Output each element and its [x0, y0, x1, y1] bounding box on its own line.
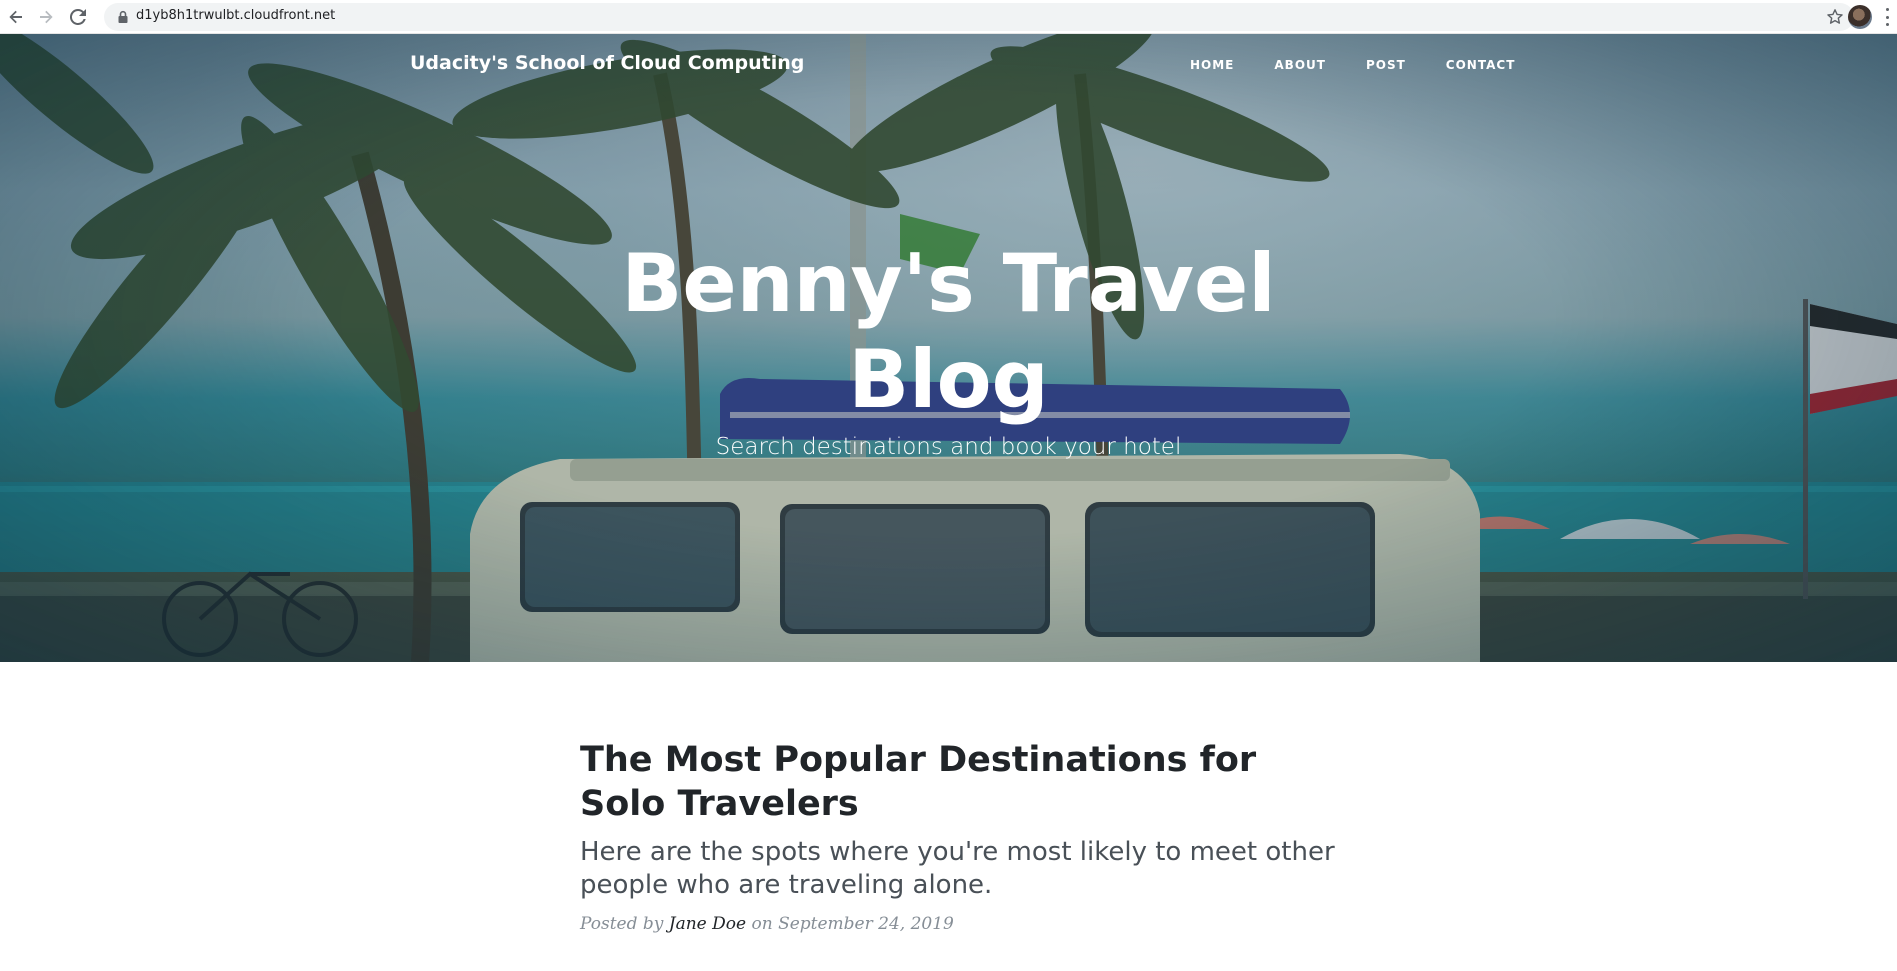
- nav-link-post[interactable]: POST: [1346, 58, 1426, 72]
- back-arrow-icon[interactable]: [6, 7, 26, 27]
- nav-link-about[interactable]: ABOUT: [1254, 58, 1346, 72]
- post-meta-prefix: Posted by: [580, 914, 664, 934]
- nav-link-contact[interactable]: CONTACT: [1426, 58, 1536, 72]
- nav-link-home[interactable]: HOME: [1170, 58, 1254, 72]
- hero-subtitle: Search destinations and book your hotel: [715, 434, 1182, 460]
- nav-menu: HOME ABOUT POST CONTACT: [1170, 58, 1535, 72]
- hero-title-line-2: Blog: [848, 333, 1049, 426]
- post-meta: Posted by Jane Doe on September 24, 2019: [580, 914, 1340, 934]
- post-subtitle[interactable]: Here are the spots where you're most lik…: [580, 836, 1340, 902]
- star-icon[interactable]: [1826, 8, 1844, 26]
- profile-avatar[interactable]: [1848, 5, 1872, 29]
- post-date: September 24, 2019: [778, 914, 954, 934]
- post-meta-mid: on: [751, 914, 773, 934]
- menu-kebab-icon[interactable]: [1884, 8, 1890, 26]
- forward-arrow-icon[interactable]: [36, 7, 56, 27]
- brand-link[interactable]: Udacity's School of Cloud Computing: [410, 52, 804, 74]
- address-bar[interactable]: d1yb8h1trwulbt.cloudfront.net: [104, 3, 1854, 31]
- main-navbar: Udacity's School of Cloud Computing HOME…: [0, 34, 1897, 98]
- url-text[interactable]: d1yb8h1trwulbt.cloudfront.net: [136, 8, 335, 23]
- browser-toolbar: d1yb8h1trwulbt.cloudfront.net: [0, 0, 1897, 34]
- reload-icon[interactable]: [68, 7, 88, 27]
- post-author-link[interactable]: Jane Doe: [669, 914, 746, 934]
- lock-icon: [118, 10, 128, 23]
- hero-title: Benny's Travel Blog: [0, 236, 1897, 428]
- post-title[interactable]: The Most Popular Destinations for Solo T…: [580, 738, 1340, 826]
- hero-title-line-1: Benny's Travel: [621, 237, 1276, 330]
- post-preview[interactable]: The Most Popular Destinations for Solo T…: [580, 738, 1340, 951]
